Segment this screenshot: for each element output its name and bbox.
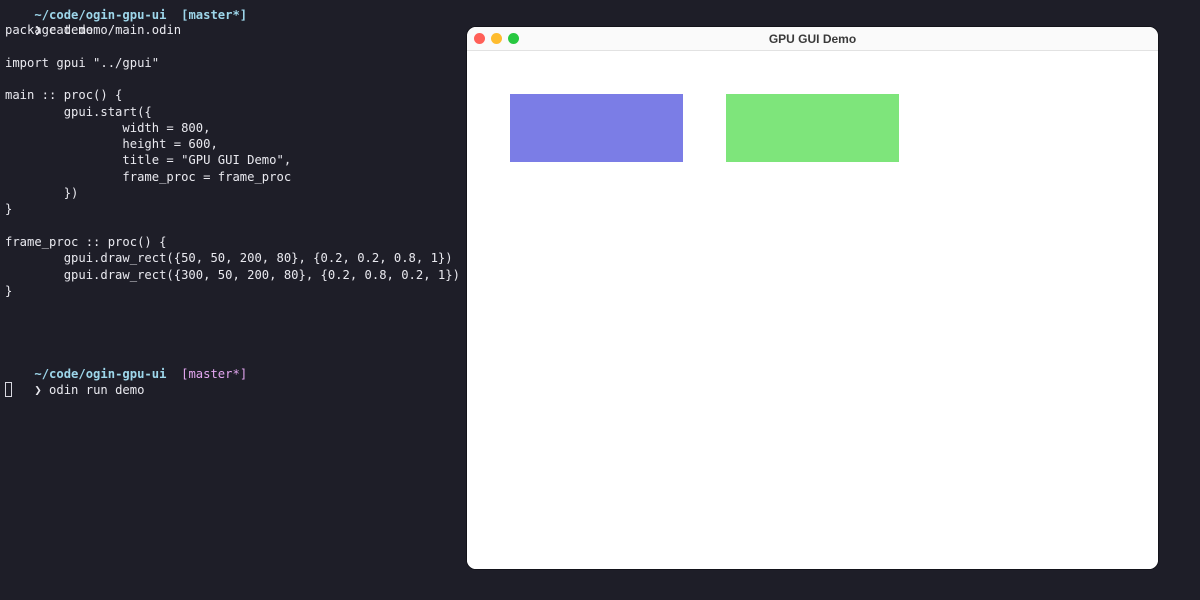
code-line: title = "GPU GUI Demo",: [5, 153, 292, 168]
terminal-prompt: ~/code/ogin-gpu-ui [master*]: [5, 350, 247, 381]
window-titlebar[interactable]: GPU GUI Demo: [467, 27, 1158, 51]
window-title: GPU GUI Demo: [768, 32, 857, 46]
code-line: main :: proc() {: [5, 88, 123, 103]
green-rect: [726, 94, 899, 162]
terminal-command: odin run demo: [49, 383, 145, 397]
code-line: }: [5, 283, 13, 298]
code-line: frame_proc :: proc() {: [5, 234, 167, 249]
code-line: }: [5, 202, 13, 217]
terminal-cursor: [5, 382, 12, 397]
code-line: import gpui "../gpui": [5, 55, 160, 70]
code-line: height = 600,: [5, 137, 218, 152]
code-line: }): [5, 186, 79, 200]
code-line: frame_proc = frame_proc: [5, 169, 292, 184]
blue-rect: [510, 94, 683, 162]
app-window[interactable]: GPU GUI Demo: [467, 27, 1158, 569]
prompt-chevron-icon: ❯: [34, 383, 42, 397]
render-canvas[interactable]: [467, 51, 1158, 569]
terminal-command-line: ❯ cat demo/main.odin: [5, 6, 181, 37]
terminal-command-line: ❯ odin run demo: [5, 366, 144, 397]
code-line: package demo: [5, 23, 94, 37]
code-line: gpui.start({: [5, 104, 152, 119]
code-line: gpui.draw_rect({50, 50, 200, 80}, {0.2, …: [5, 251, 453, 266]
prompt-git-branch: [master*]: [181, 367, 248, 381]
code-line: gpui.draw_rect({300, 50, 200, 80}, {0.2,…: [5, 267, 460, 282]
code-line: width = 800,: [5, 120, 211, 135]
